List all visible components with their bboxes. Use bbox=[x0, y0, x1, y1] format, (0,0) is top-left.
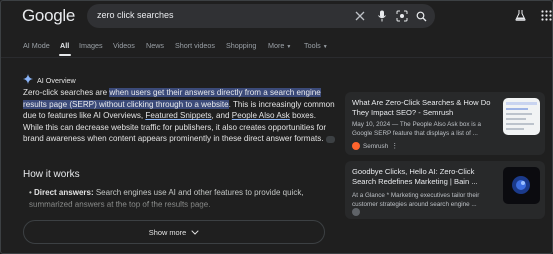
tabs-divider bbox=[1, 57, 552, 58]
overview-text-part: , and bbox=[211, 111, 232, 121]
chevron-down-icon: ▼ bbox=[286, 44, 292, 50]
show-more-label: Show more bbox=[148, 227, 187, 237]
tab-ai-mode[interactable]: AI Mode bbox=[23, 41, 50, 50]
active-tab-indicator bbox=[59, 54, 71, 56]
source-site: Semrush ⋮ bbox=[352, 142, 398, 150]
tab-tools[interactable]: Tools ▼ bbox=[304, 41, 328, 50]
search-box[interactable]: zero click searches bbox=[87, 4, 435, 28]
tab-more[interactable]: More ▼ bbox=[268, 41, 291, 50]
close-icon[interactable] bbox=[353, 9, 367, 23]
tab-videos[interactable]: Videos bbox=[113, 41, 135, 50]
search-input[interactable]: zero click searches bbox=[97, 10, 174, 20]
source-card[interactable]: Goodbye Clicks, Hello AI: Zero-Click Sea… bbox=[345, 161, 545, 219]
tab-news[interactable]: News bbox=[146, 41, 164, 50]
search-results-page: Google zero click searches AI Mode All I… bbox=[0, 0, 553, 254]
labs-flask-icon[interactable] bbox=[513, 8, 527, 22]
source-site bbox=[352, 208, 360, 216]
show-more-button[interactable]: Show more bbox=[23, 220, 325, 244]
people-also-ask-link[interactable]: People Also Ask bbox=[232, 111, 290, 120]
tab-shopping[interactable]: Shopping bbox=[226, 41, 256, 50]
tab-images[interactable]: Images bbox=[79, 41, 103, 50]
chevron-down-icon bbox=[191, 228, 199, 237]
link-chip-icon[interactable] bbox=[325, 135, 335, 143]
tab-more-label: More bbox=[268, 41, 285, 50]
source-title[interactable]: Goodbye Clicks, Hello AI: Zero-Click Sea… bbox=[352, 167, 499, 187]
chevron-down-icon: ▼ bbox=[322, 44, 328, 50]
bullet-label: Direct answers: bbox=[34, 188, 94, 197]
apps-grid-icon[interactable] bbox=[539, 8, 552, 22]
lens-icon[interactable] bbox=[395, 9, 409, 23]
featured-snippets-link[interactable]: Featured Snippets bbox=[145, 111, 211, 120]
more-options-icon[interactable]: ⋮ bbox=[391, 142, 398, 150]
tab-tools-label: Tools bbox=[304, 41, 321, 50]
bain-favicon-icon bbox=[352, 208, 360, 216]
tab-all[interactable]: All bbox=[60, 41, 69, 50]
source-snippet: May 10, 2024 — The People Also Ask box i… bbox=[352, 121, 482, 138]
semrush-favicon-icon bbox=[352, 142, 360, 150]
source-site-name: Semrush bbox=[363, 142, 389, 150]
source-thumbnail bbox=[503, 98, 540, 135]
overview-text-part: Zero-click searches are bbox=[23, 88, 110, 97]
ai-overview-text: Zero-click searches are when users get t… bbox=[23, 87, 335, 145]
source-title[interactable]: What Are Zero-Click Searches & How Do Th… bbox=[352, 98, 499, 118]
text-fade-overlay bbox=[1, 197, 341, 217]
mic-icon[interactable] bbox=[375, 9, 389, 23]
google-logo[interactable]: Google bbox=[22, 6, 75, 26]
search-icon[interactable] bbox=[414, 9, 428, 23]
how-it-works-heading: How it works bbox=[23, 169, 80, 180]
ai-overview-title: AI Overview bbox=[37, 75, 76, 85]
tab-short-videos[interactable]: Short videos bbox=[175, 41, 215, 50]
source-snippet: At a Glance * Marketing executives tailo… bbox=[352, 192, 480, 209]
source-thumbnail bbox=[503, 167, 540, 204]
source-card[interactable]: What Are Zero-Click Searches & How Do Th… bbox=[345, 92, 545, 155]
